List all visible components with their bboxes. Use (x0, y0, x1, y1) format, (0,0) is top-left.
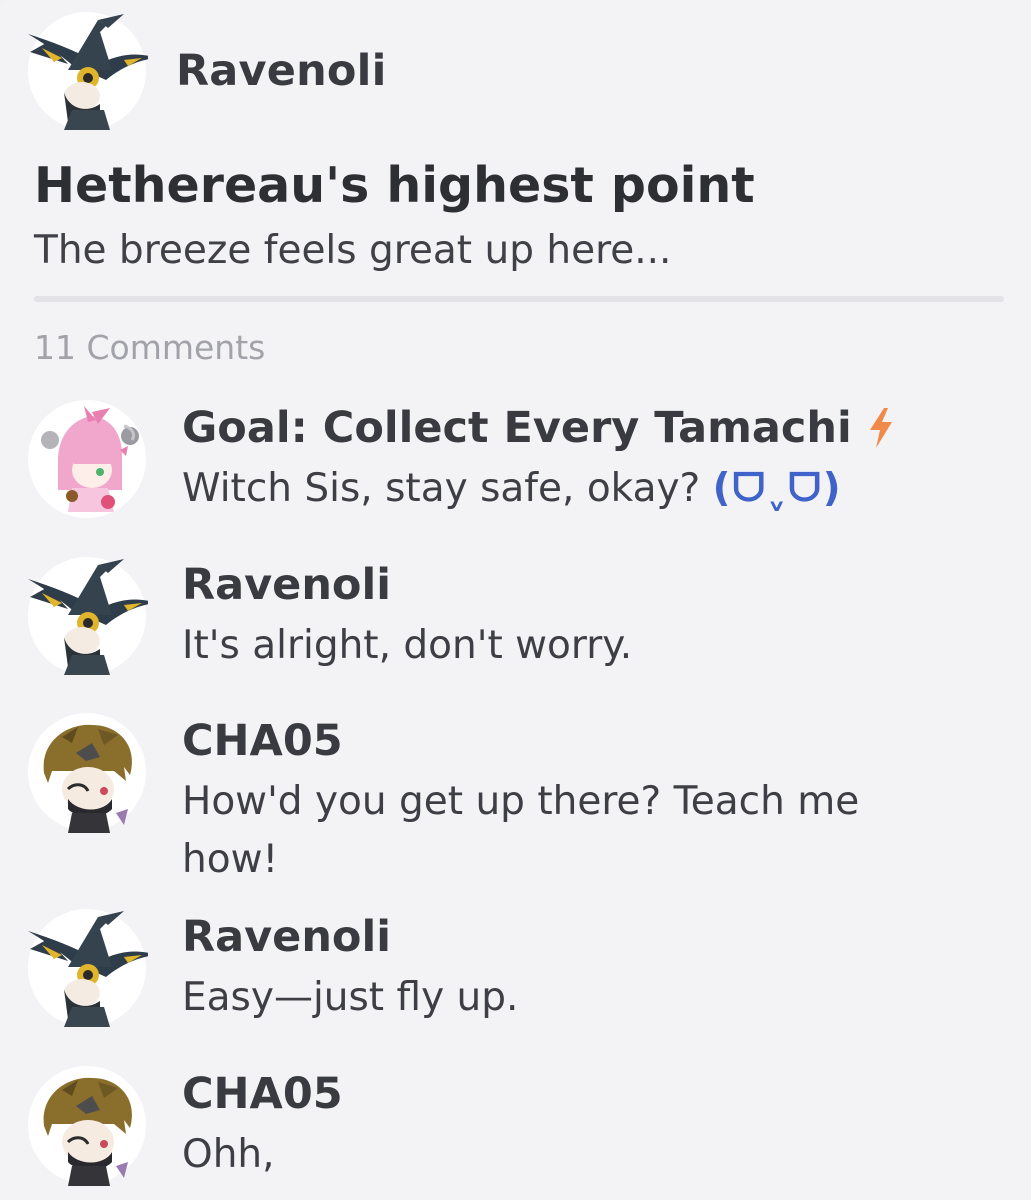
post-author-name[interactable]: Ravenoli (176, 46, 387, 96)
kaomoji-emoticon: (ᗜˬᗜ) (712, 466, 843, 511)
comment-text: Easy—just fly up. (182, 975, 519, 1020)
commenter-avatar[interactable] (28, 909, 148, 1027)
brown-hair-avatar-icon (31, 721, 143, 833)
commenter-name[interactable]: Ravenoli (182, 909, 982, 965)
comment-text: Ohh, (182, 1132, 275, 1177)
commenter-name[interactable]: CHA05 (182, 713, 982, 769)
commenter-name[interactable]: Goal: Collect Every Tamachi (182, 400, 982, 456)
comment-text-body: Witch Sis, stay safe, okay? (182, 466, 701, 511)
post-author-row[interactable]: Ravenoli (28, 12, 387, 130)
witch-hat-avatar-icon (28, 14, 148, 130)
comment-item: CHA05 Ohh, (28, 1066, 982, 1186)
comment-text: How'd you get up there? Teach me how! (182, 779, 860, 882)
post-author-avatar[interactable] (28, 12, 148, 130)
comment-item: CHA05 How'd you get up there? Teach me h… (28, 713, 982, 889)
post-subtitle: The breeze feels great up here... (34, 228, 672, 273)
post-card: Ravenoli Hethereau's highest point The b… (0, 0, 1031, 1200)
comment-item: Goal: Collect Every Tamachi Witch Sis, s… (28, 400, 982, 520)
commenter-avatar[interactable] (28, 400, 146, 520)
brown-hair-avatar-icon (31, 1074, 143, 1186)
commenter-name[interactable]: Ravenoli (182, 557, 982, 613)
post-title: Hethereau's highest point (34, 157, 755, 214)
divider (34, 296, 1004, 302)
comment-item: Ravenoli It's alright, don't worry. (28, 557, 982, 675)
comment-text: It's alright, don't worry. (182, 623, 633, 668)
comment-item: Ravenoli Easy—just fly up. (28, 909, 982, 1027)
comment-count: 11 Comments (34, 328, 266, 367)
comment-text: Witch Sis, stay safe, okay? (ᗜˬᗜ) (182, 460, 982, 518)
commenter-name[interactable]: CHA05 (182, 1066, 982, 1122)
commenter-avatar[interactable] (28, 557, 148, 675)
witch-hat-avatar-icon (28, 911, 148, 1027)
witch-hat-avatar-icon (28, 559, 148, 675)
commenter-name-text[interactable]: Goal: Collect Every Tamachi (182, 400, 852, 456)
commenter-avatar[interactable] (28, 1066, 146, 1186)
pink-hair-avatar-icon (31, 404, 143, 520)
lightning-bolt-icon (869, 408, 892, 448)
commenter-avatar[interactable] (28, 713, 146, 833)
